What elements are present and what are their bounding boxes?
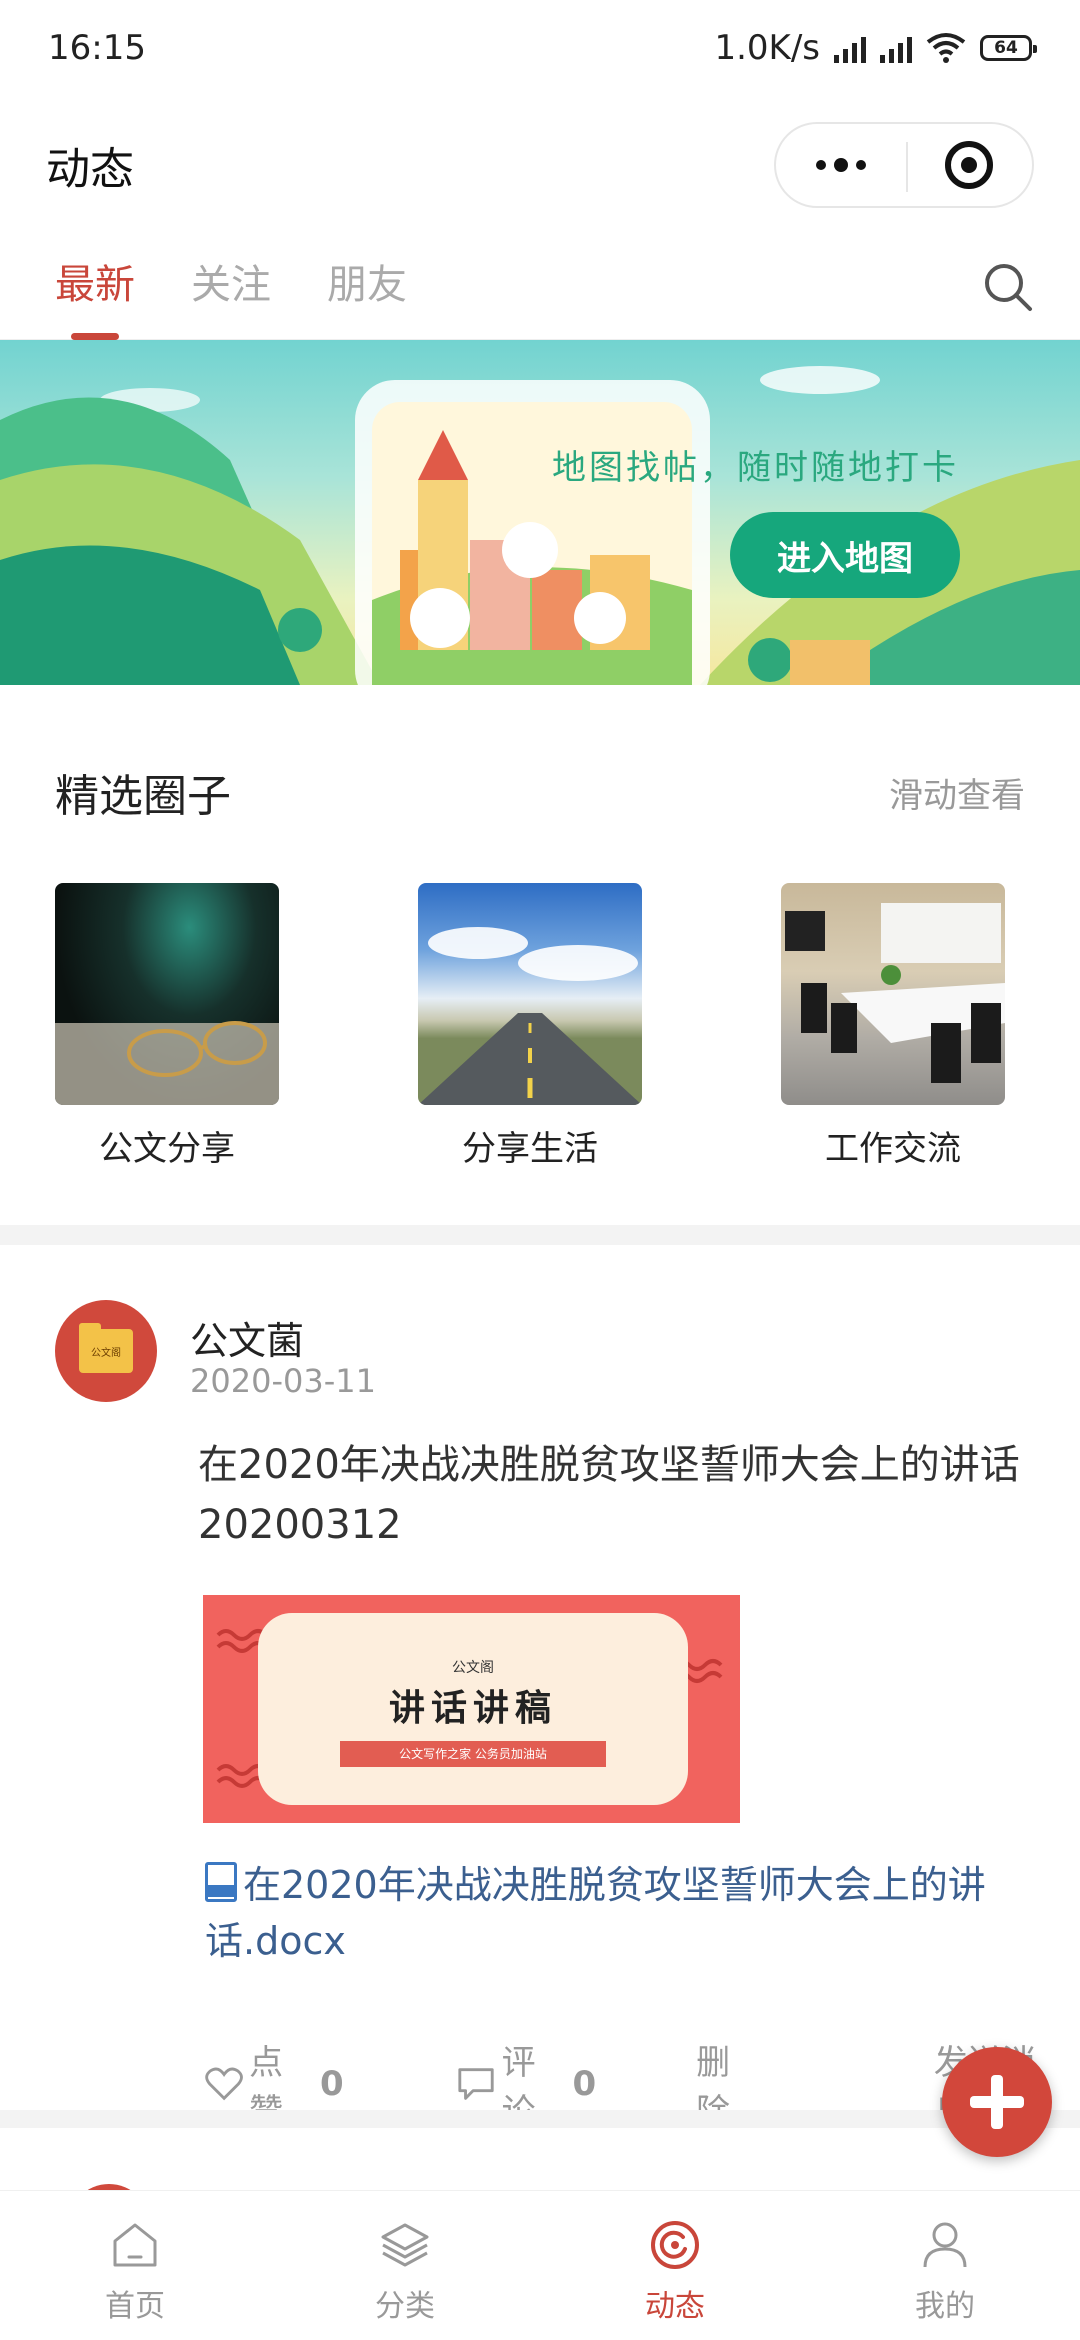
post-card: 公文阁 公文菌 2020-03-11 在2020年决战决胜脱贫攻坚誓师大会上的讲… [0,1245,1080,2132]
attachment-link[interactable]: 在2020年决战决胜脱贫攻坚誓师大会上的讲话.docx [205,1857,1025,1969]
card-ribbon: 公文写作之家 公务员加油站 [340,1741,606,1767]
post-title[interactable]: 在2020年决战决胜脱贫攻坚誓师大会上的讲话20200312 [198,1435,1028,1555]
signal-icon [834,33,866,63]
home-icon [113,2223,157,2267]
post-divider [0,2110,1080,2128]
circle-thumb-glasses [55,883,279,1105]
user-icon [923,2222,967,2268]
battery-icon: 64 [980,35,1037,61]
heart-icon [205,2067,243,2101]
enter-map-button[interactable]: 进入地图 [730,512,960,598]
avatar[interactable]: 公文阁 [55,1300,157,1402]
card-title: 讲话讲稿 [388,1687,557,1729]
circle-thumb-road [418,883,642,1105]
app-header: 动态 [0,110,1080,220]
net-speed: 1.0K/s [714,28,820,68]
page-title: 动态 [46,144,134,195]
nav-item-home[interactable]: 首页 [0,2191,270,2340]
bottom-nav: 首页 分类 动态 我的 [0,2190,1080,2340]
circle-life-share[interactable]: 分享生活 [418,883,642,1170]
circle-label: 公文分享 [99,1129,235,1169]
featured-title: 精选圈子 [55,771,231,822]
featured-circles: 公文分享 分享生活 工作交流 [0,883,1080,1183]
add-post-button[interactable] [942,2047,1052,2157]
circle-work-exchange[interactable]: 工作交流 [781,883,1005,1170]
close-target-icon[interactable] [944,141,993,189]
post-author[interactable]: 公文菌 [190,1310,304,1365]
nav-item-activity[interactable]: 动态 [540,2191,810,2340]
status-time: 16:15 [48,28,146,68]
feed-tabs: 最新 关注 朋友 [0,235,1080,340]
speech-card: 公文阁 讲话讲稿 公文写作之家 公务员加油站 [258,1613,688,1805]
tab-following[interactable]: 关注 [191,235,271,340]
nav-label: 动态 [645,2289,705,2324]
tab-latest[interactable]: 最新 [55,235,135,340]
card-brand: 公文阁 [452,1660,494,1676]
folder-icon: 公文阁 [79,1323,133,1373]
post-date: 2020-03-11 [190,1362,376,1400]
featured-header: 精选圈子 滑动查看 [0,760,1080,824]
capsule-divider [906,142,908,192]
tab-friends[interactable]: 朋友 [327,235,407,340]
nav-item-profile[interactable]: 我的 [810,2191,1080,2340]
search-icon[interactable] [978,257,1038,317]
map-banner[interactable]: 地图找帖，随时随地打卡 进入地图 [0,340,1080,685]
status-bar: 16:15 1.0K/s 64 [0,0,1080,96]
wifi-icon [926,33,966,63]
docx-file-icon [205,1862,237,1902]
like-count: 0 [319,2064,344,2104]
status-indicators: 1.0K/s 64 [714,28,1037,68]
comment-icon [458,2068,494,2100]
circle-label: 工作交流 [825,1129,961,1169]
post-image[interactable]: 公文阁 讲话讲稿 公文写作之家 公务员加油站 [203,1595,740,1823]
banner-tagline: 地图找帖，随时随地打卡 [552,448,959,488]
nav-label: 分类 [375,2289,435,2324]
circle-document-share[interactable]: 公文分享 [55,883,279,1170]
nav-label: 首页 [105,2289,165,2324]
miniprogram-capsule [774,122,1034,208]
section-divider [0,1225,1080,1245]
layers-icon [381,2223,429,2267]
nav-item-category[interactable]: 分类 [270,2191,540,2340]
featured-hint: 滑动查看 [889,775,1025,816]
comment-count: 0 [572,2064,597,2104]
signal-icon-2 [880,33,912,63]
activity-icon [651,2221,699,2269]
attachment-name: 在2020年决战决胜脱贫攻坚誓师大会上的讲话.docx [205,1863,986,1963]
nav-label: 我的 [915,2289,975,2324]
circle-thumb-meeting-room [781,883,1005,1105]
circle-label: 分享生活 [462,1129,598,1169]
more-icon[interactable] [815,158,866,172]
